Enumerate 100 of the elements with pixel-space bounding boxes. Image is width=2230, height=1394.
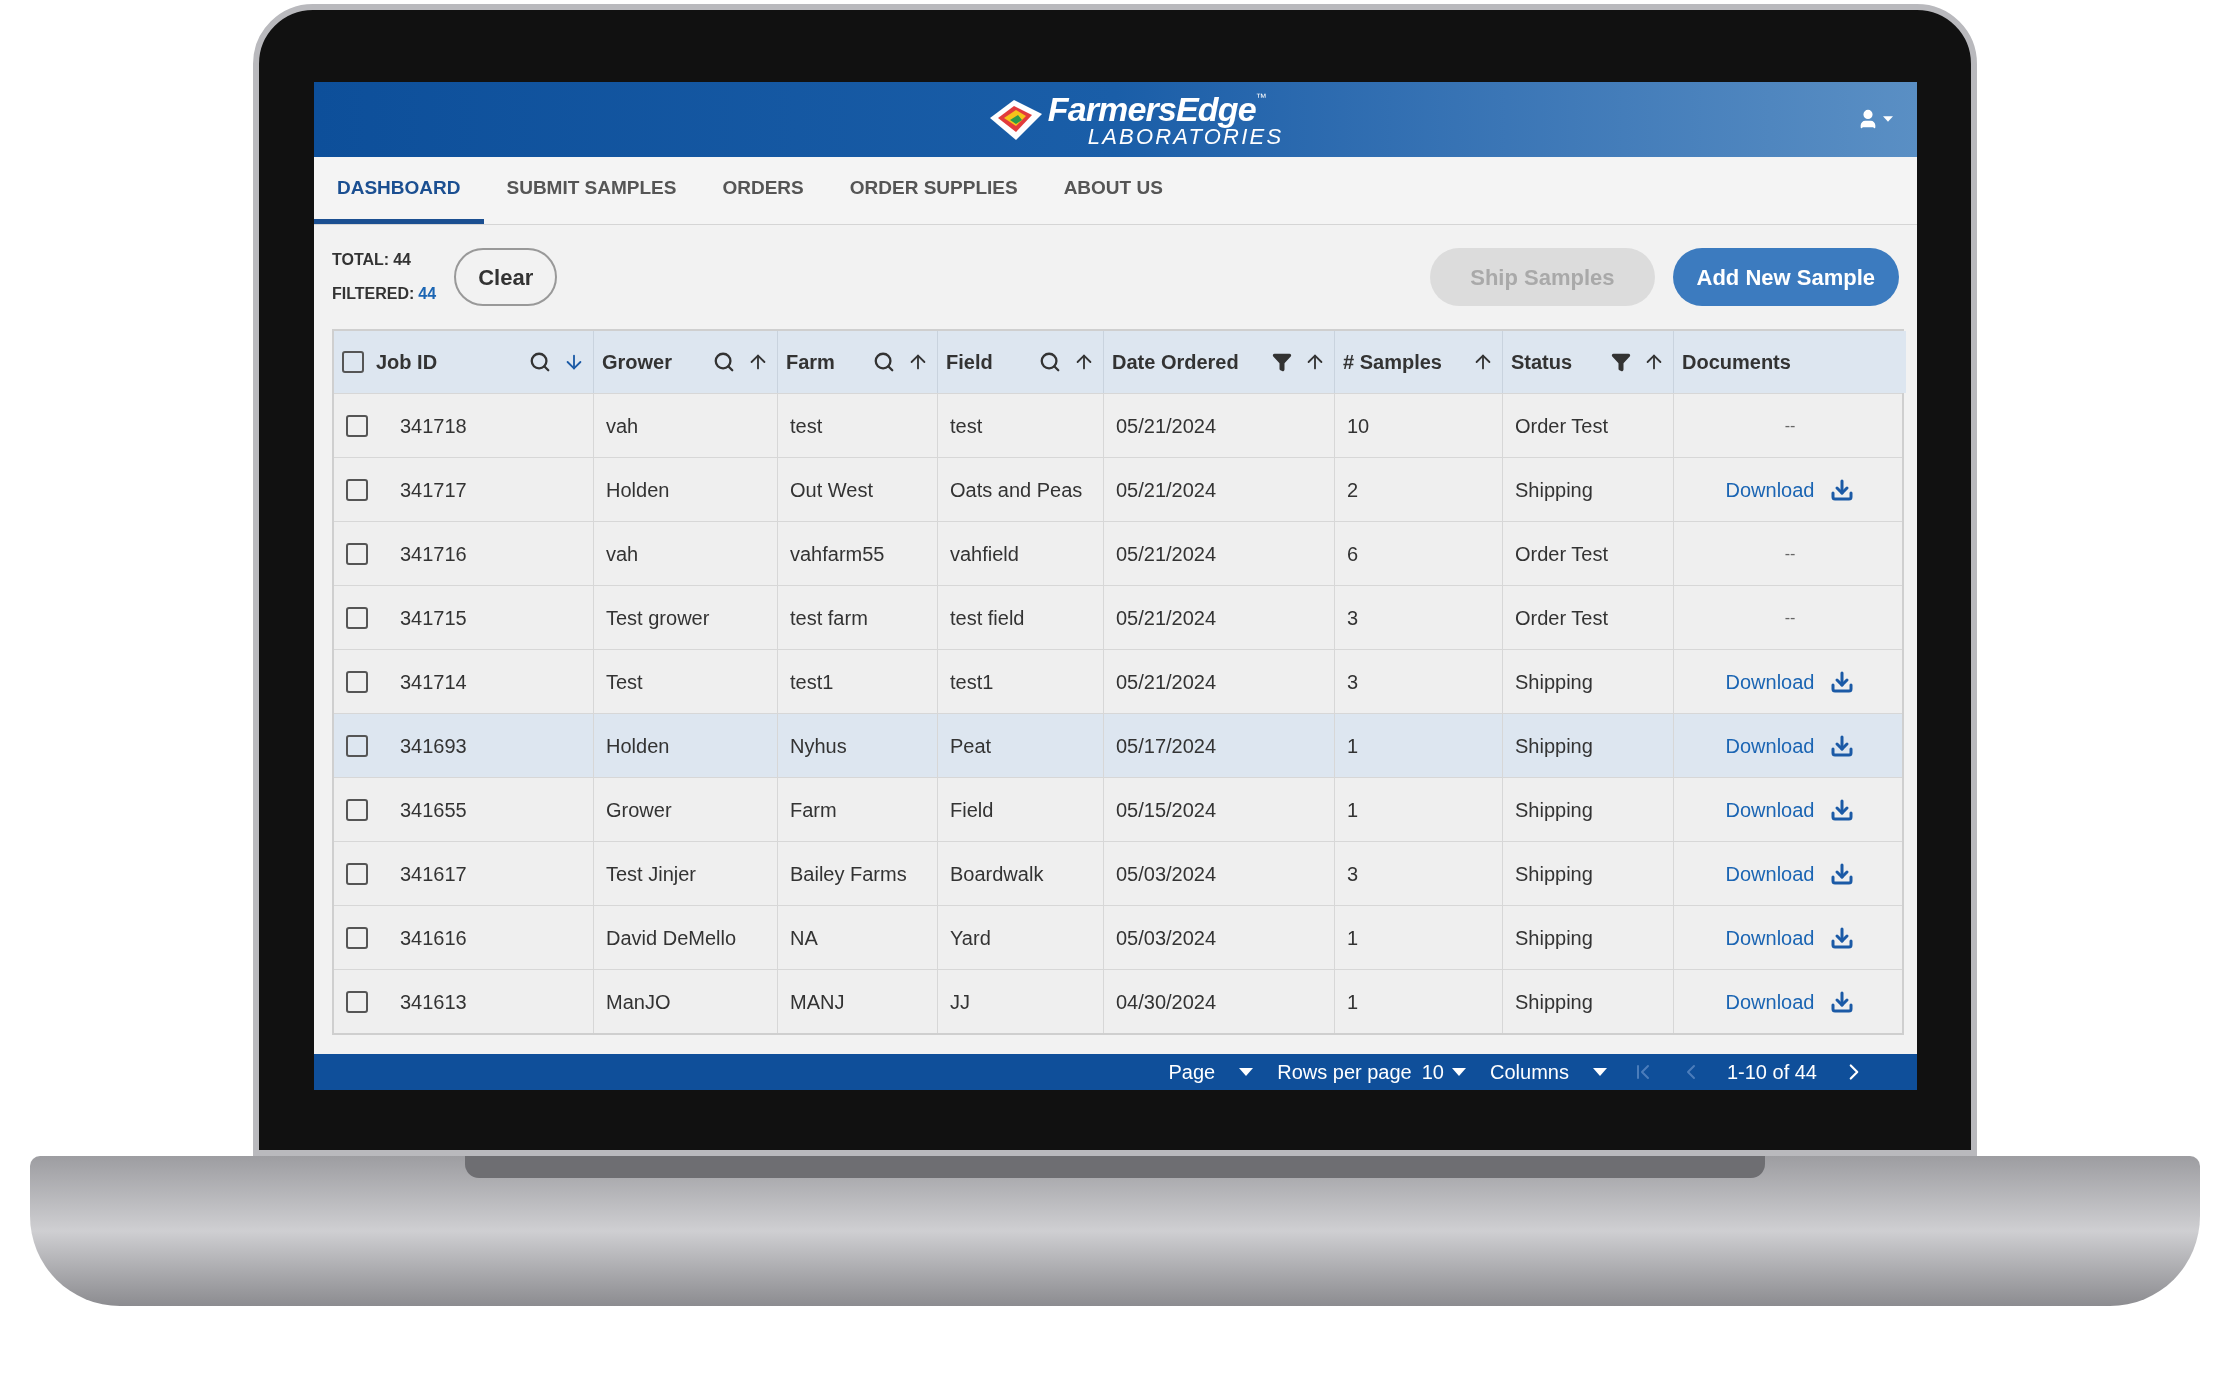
table-cell-text: test field <box>950 605 1025 631</box>
rows-per-page-dropdown[interactable]: 10 <box>1421 1057 1466 1087</box>
table-cell-text: Grower <box>606 797 672 823</box>
total-count: 44 <box>393 250 411 270</box>
table-row[interactable]: 341714 Test test1 test1 05/21/2024 3 Shipping Download <box>334 649 1902 713</box>
total-label: TOTAL: <box>332 250 390 270</box>
table-cell-text: 05/21/2024 <box>1116 413 1217 439</box>
table-cell-text: JJ <box>950 989 970 1015</box>
filter-icon[interactable] <box>1272 352 1292 372</box>
download-icon[interactable] <box>1830 477 1855 502</box>
table-cell-text: 1 <box>1347 797 1359 823</box>
table-cell-text: David DeMello <box>606 925 737 951</box>
search-icon[interactable] <box>529 351 551 373</box>
table-row[interactable]: 341655 Grower Farm Field 05/15/2024 1 Shipping Download <box>334 777 1902 841</box>
table-row[interactable]: 341617 Test Jinjer Bailey Farms Boardwalk 05/03/2024 3 Shipping Download <box>334 841 1902 905</box>
table-cell-text: Out West <box>790 477 873 503</box>
table-cell-text: test <box>790 413 823 439</box>
table-cell-text: 341616 <box>400 925 467 951</box>
checkbox[interactable] <box>346 414 368 437</box>
table-cell-text: Shipping <box>1515 669 1593 695</box>
table-cell-text: test <box>950 413 983 439</box>
checkbox[interactable] <box>346 990 368 1013</box>
table-cell-text: 10 <box>1347 413 1370 439</box>
table-cell-text: 3 <box>1347 605 1359 631</box>
caret-icon <box>1452 1068 1466 1076</box>
table-cell-text: 3 <box>1347 669 1359 695</box>
table-cell-text: -- <box>1784 607 1796 628</box>
table-cell-text: 05/03/2024 <box>1116 861 1217 887</box>
table-row[interactable]: 341613 ManJO MANJ JJ 04/30/2024 1 Shipping Download <box>334 969 1902 1033</box>
table-cell-text: Shipping <box>1515 477 1593 503</box>
column-header: # Samples <box>1343 350 1442 375</box>
download-link[interactable]: Download <box>1725 986 1815 1017</box>
table-cell-text: 341715 <box>400 605 467 631</box>
column-header: Documents <box>1682 350 1791 375</box>
table-cell-text: Nyhus <box>790 733 847 759</box>
download-icon[interactable] <box>1830 925 1855 950</box>
caret-icon <box>1592 1068 1607 1076</box>
table-cell-text: test farm <box>790 605 868 631</box>
nav-tab[interactable]: ORDER SUPPLIES <box>826 157 1041 224</box>
column-header: Farm <box>786 350 835 375</box>
download-icon[interactable] <box>1830 989 1855 1014</box>
table-cell-text: ManJO <box>606 989 671 1015</box>
table-cell-text: -- <box>1784 415 1796 436</box>
table-cell-text: 1 <box>1347 925 1359 951</box>
table-cell-text: Holden <box>606 477 670 503</box>
table-cell-text: 341617 <box>400 861 467 887</box>
checkbox[interactable] <box>346 542 368 565</box>
table-row[interactable]: 341717 Holden Out West Oats and Peas 05/21/2024 2 Shipping Download <box>334 457 1902 521</box>
download-icon[interactable] <box>1830 861 1855 886</box>
add-new-sample-button[interactable]: Add New Sample <box>1672 248 1899 306</box>
search-icon[interactable] <box>873 351 895 373</box>
download-icon[interactable] <box>1830 733 1855 758</box>
nav-tab[interactable]: ABOUT US <box>1040 157 1186 224</box>
checkbox[interactable] <box>346 478 368 501</box>
clear-button[interactable]: Clear <box>454 248 558 306</box>
table-row[interactable]: 341616 David DeMello NA Yard 05/03/2024 1 Shipping Download <box>334 905 1902 969</box>
caret-icon <box>1239 1068 1254 1076</box>
download-link[interactable]: Download <box>1725 794 1815 825</box>
checkbox[interactable] <box>346 926 368 949</box>
checkbox[interactable] <box>346 734 368 757</box>
download-link[interactable]: Download <box>1725 922 1815 953</box>
download-link[interactable]: Download <box>1725 730 1815 761</box>
nav-tab[interactable]: ORDERS <box>699 157 827 224</box>
table-cell-text: Shipping <box>1515 925 1593 951</box>
table-cell-text: vah <box>606 541 639 567</box>
filter-icon[interactable] <box>1611 352 1631 372</box>
download-icon[interactable] <box>1830 797 1855 822</box>
checkbox[interactable] <box>346 670 368 693</box>
download-icon[interactable] <box>1830 669 1855 694</box>
table-cell-text: vahfield <box>950 541 1019 567</box>
table-cell-text: test1 <box>790 669 834 695</box>
checkbox[interactable] <box>346 798 368 821</box>
filtered-label: FILTERED: <box>332 284 415 304</box>
download-link[interactable]: Download <box>1725 474 1815 505</box>
search-icon[interactable] <box>713 351 735 373</box>
table-row[interactable]: 341718 vah test test 05/21/2024 10 Order Test -- <box>334 393 1902 457</box>
nav-tab[interactable]: SUBMIT SAMPLES <box>483 157 700 224</box>
table-cell-text: Test grower <box>606 605 710 631</box>
search-icon[interactable] <box>1039 351 1061 373</box>
download-link[interactable]: Download <box>1725 666 1815 697</box>
download-link[interactable]: Download <box>1725 858 1815 889</box>
table-cell-text: 05/17/2024 <box>1116 733 1217 759</box>
table-cell-text: Oats and Peas <box>950 477 1083 503</box>
nav-tab[interactable]: DASHBOARD <box>314 157 484 224</box>
page-dropdown[interactable]: Page <box>1168 1057 1254 1087</box>
table-row[interactable]: 341693 Holden Nyhus Peat 05/17/2024 1 Shipping Download <box>334 713 1902 777</box>
table-cell-text: Shipping <box>1515 861 1593 887</box>
checkbox[interactable] <box>346 862 368 885</box>
checkbox[interactable] <box>342 351 364 373</box>
table-cell-text: Test <box>606 669 643 695</box>
caret-icon <box>1883 115 1893 123</box>
checkbox[interactable] <box>346 606 368 629</box>
table-cell-text: Boardwalk <box>950 861 1044 887</box>
table-cell-text: 6 <box>1347 541 1359 567</box>
columns-dropdown[interactable]: Columns <box>1490 1057 1607 1087</box>
table-cell-text: Order Test <box>1515 413 1608 439</box>
table-cell-text: vahfarm55 <box>790 541 885 567</box>
table-row[interactable]: 341715 Test grower test farm test field 05/21/2024 3 Order Test -- <box>334 585 1902 649</box>
table-cell-text: Farm <box>790 797 837 823</box>
table-row[interactable]: 341716 vah vahfarm55 vahfield 05/21/2024 6 Order Test -- <box>334 521 1902 585</box>
